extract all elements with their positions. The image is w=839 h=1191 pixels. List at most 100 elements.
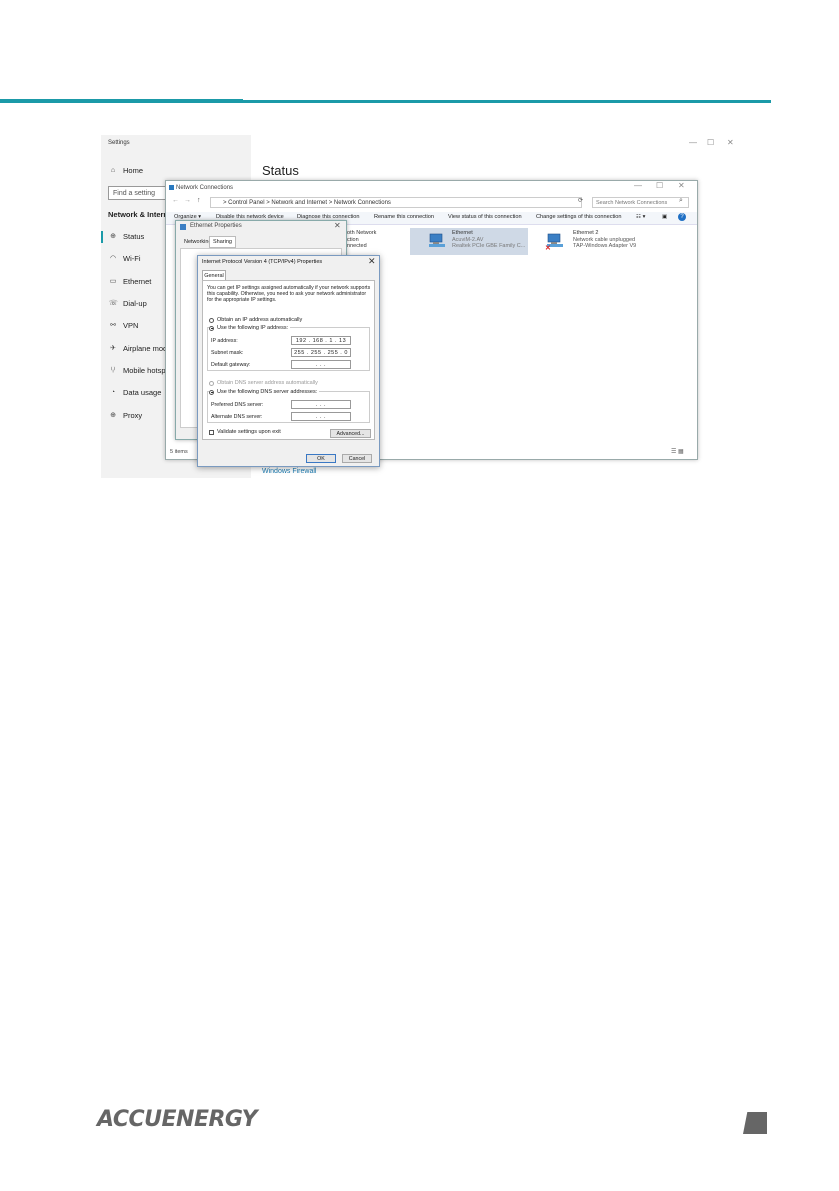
alternate-dns-field[interactable]: . . . — [291, 412, 351, 421]
back-icon[interactable]: ← — [172, 197, 179, 204]
windows-firewall-link[interactable]: Windows Firewall — [262, 468, 316, 475]
sidebar-item-label: Ethernet — [123, 277, 152, 286]
sidebar-item-status[interactable]: ⊕ Status — [109, 232, 144, 241]
alternate-dns-label: Alternate DNS server: — [211, 414, 263, 420]
sidebar-item-label: Wi-Fi — [123, 254, 141, 263]
sidebar-item-label: Dial-up — [123, 299, 147, 308]
screenshot: Settings ⌂ Home Find a setting Network &… — [101, 135, 746, 478]
airplane-icon: ✈ — [110, 344, 116, 352]
address-bar[interactable]: > Control Panel > Network and Internet >… — [210, 197, 582, 208]
sidebar-item-airplane[interactable]: ✈ Airplane mod — [109, 344, 167, 353]
ethernet-connection[interactable]: Ethernet AcuviM-2.AV Realtek PCIe GBE Fa… — [410, 228, 528, 255]
radio-button[interactable] — [209, 389, 214, 395]
radio-button[interactable] — [209, 317, 214, 323]
default-gateway-field[interactable]: . . . — [291, 360, 351, 369]
close-icon[interactable]: ✕ — [678, 181, 685, 190]
unplugged-x-icon: ✕ — [545, 245, 551, 252]
sidebar-item-vpn[interactable]: ⚯ VPN — [109, 321, 138, 330]
subnet-mask-label: Subnet mask: — [211, 350, 244, 356]
sidebar-item-label: Home — [123, 166, 144, 175]
advanced-button[interactable]: Advanced... — [330, 429, 371, 438]
connection-detail: Realtek PCIe GBE Family C... — [452, 243, 526, 249]
preferred-dns-field[interactable]: . . . — [291, 400, 351, 409]
subnet-mask-field[interactable]: 255 . 255 . 255 . 0 — [291, 348, 351, 357]
home-icon: ⌂ — [110, 166, 116, 174]
bluetooth-connection[interactable]: ooth Network ection onnected — [344, 230, 376, 250]
dialog-title: Internet Protocol Version 4 (TCP/IPv4) P… — [202, 259, 323, 265]
wifi-icon: ◠ — [109, 254, 117, 262]
ok-button[interactable]: OK — [306, 454, 336, 463]
obtain-ip-auto-option[interactable]: Obtain an IP address automatically — [209, 317, 302, 323]
use-following-dns-option[interactable]: Use the following DNS server addresses: — [209, 389, 320, 395]
preview-pane-icon[interactable]: ▣ — [662, 214, 667, 220]
ethernet-2-connection[interactable]: ✕ Ethernet 2 Network cable unplugged TAP… — [545, 228, 666, 255]
sidebar-item-hotspot[interactable]: ⁽ᵢ⁾ Mobile hotsp — [109, 366, 166, 375]
rename-button[interactable]: Rename this connection — [374, 214, 434, 220]
view-options-icon[interactable]: ☷ ▾ — [636, 214, 645, 220]
change-settings-button[interactable]: Change settings of this connection — [536, 214, 622, 220]
validate-settings-option[interactable]: Validate settings upon exit — [209, 429, 281, 435]
obtain-dns-auto-option[interactable]: Obtain DNS server address automatically — [209, 380, 318, 386]
accuenergy-logo: ACCUENERGY — [97, 1107, 258, 1132]
selection-indicator — [101, 231, 103, 243]
minimize-icon[interactable]: — — [634, 181, 642, 190]
ipv4-properties-dialog: Internet Protocol Version 4 (TCP/IPv4) P… — [197, 255, 380, 467]
network-folder-icon — [169, 185, 174, 190]
sidebar-item-wifi[interactable]: ◠ Wi-Fi — [109, 254, 141, 263]
description-text: You can get IP settings assigned automat… — [207, 285, 371, 303]
hotspot-icon: ⁽ᵢ⁾ — [110, 366, 116, 374]
close-icon[interactable]: ✕ — [334, 221, 341, 230]
globe-icon: ⊕ — [110, 232, 116, 240]
option-label: Obtain DNS server address automatically — [217, 380, 318, 386]
radio-button[interactable] — [209, 325, 214, 331]
search-icon: ⌕ — [679, 197, 683, 204]
refresh-icon[interactable]: ⟳ — [578, 197, 583, 204]
dialup-icon: ☏ — [109, 299, 118, 307]
general-panel: You can get IP settings assigned automat… — [202, 280, 375, 440]
option-label: Use the following IP address: — [217, 325, 289, 331]
sidebar-item-ethernet[interactable]: ▭ Ethernet — [109, 277, 152, 286]
connection-name: ooth Network — [344, 230, 377, 236]
option-label: Obtain an IP address automatically — [217, 317, 303, 323]
vpn-icon: ⚯ — [110, 321, 116, 329]
tab-sharing[interactable]: Sharing — [209, 236, 236, 248]
sidebar-section-title: Network & Intern — [108, 210, 169, 219]
cancel-button[interactable]: Cancel — [342, 454, 372, 463]
minimize-icon[interactable]: — — [689, 138, 697, 147]
network-adapter-icon — [429, 233, 445, 247]
sidebar-item-dialup[interactable]: ☏ Dial-up — [109, 299, 147, 308]
close-icon[interactable]: ✕ — [727, 138, 734, 147]
forward-icon[interactable]: → — [184, 197, 191, 204]
maximize-icon[interactable]: ☐ — [656, 181, 663, 190]
sidebar-item-label: Proxy — [123, 411, 143, 420]
radio-button[interactable] — [209, 380, 214, 386]
sidebar-item-data-usage[interactable]: ◔ Data usage — [109, 388, 162, 397]
details-view-icon[interactable]: ☰ ▦ — [671, 448, 684, 455]
sidebar-item-label: Status — [123, 232, 145, 241]
search-input[interactable]: Search Network Connections — [592, 197, 689, 208]
view-status-button[interactable]: View status of this connection — [448, 214, 522, 220]
page-title: Status — [262, 163, 299, 178]
close-icon[interactable]: ✕ — [368, 256, 376, 267]
option-label: Use the following DNS server addresses: — [217, 389, 318, 395]
page-number-tab — [743, 1112, 767, 1134]
sidebar-item-proxy[interactable]: ⊕ Proxy — [109, 411, 142, 420]
ip-address-field[interactable]: 192 . 168 . 1 . 13 — [291, 336, 351, 345]
default-gateway-label: Default gateway: — [211, 362, 251, 368]
use-following-ip-option[interactable]: Use the following IP address: — [209, 325, 291, 331]
ethernet-icon: ▭ — [109, 277, 117, 285]
option-label: Validate settings upon exit — [217, 429, 281, 435]
help-icon[interactable]: ? — [678, 213, 686, 221]
dialog-title: Ethernet Properties — [190, 223, 242, 229]
sidebar-item-label: VPN — [123, 321, 139, 330]
sidebar-item-home[interactable]: ⌂ Home — [109, 166, 143, 175]
globe-icon: ⊕ — [110, 411, 116, 419]
data-usage-icon: ◔ — [110, 388, 116, 396]
maximize-icon[interactable]: ☐ — [707, 138, 714, 147]
sidebar-item-label: Airplane mod — [123, 344, 168, 353]
up-icon[interactable]: ↑ — [197, 197, 201, 204]
connection-detail: onnected — [344, 243, 367, 249]
adapter-icon — [180, 224, 186, 230]
validate-checkbox[interactable] — [209, 429, 214, 435]
sidebar-item-label: Data usage — [123, 388, 162, 397]
